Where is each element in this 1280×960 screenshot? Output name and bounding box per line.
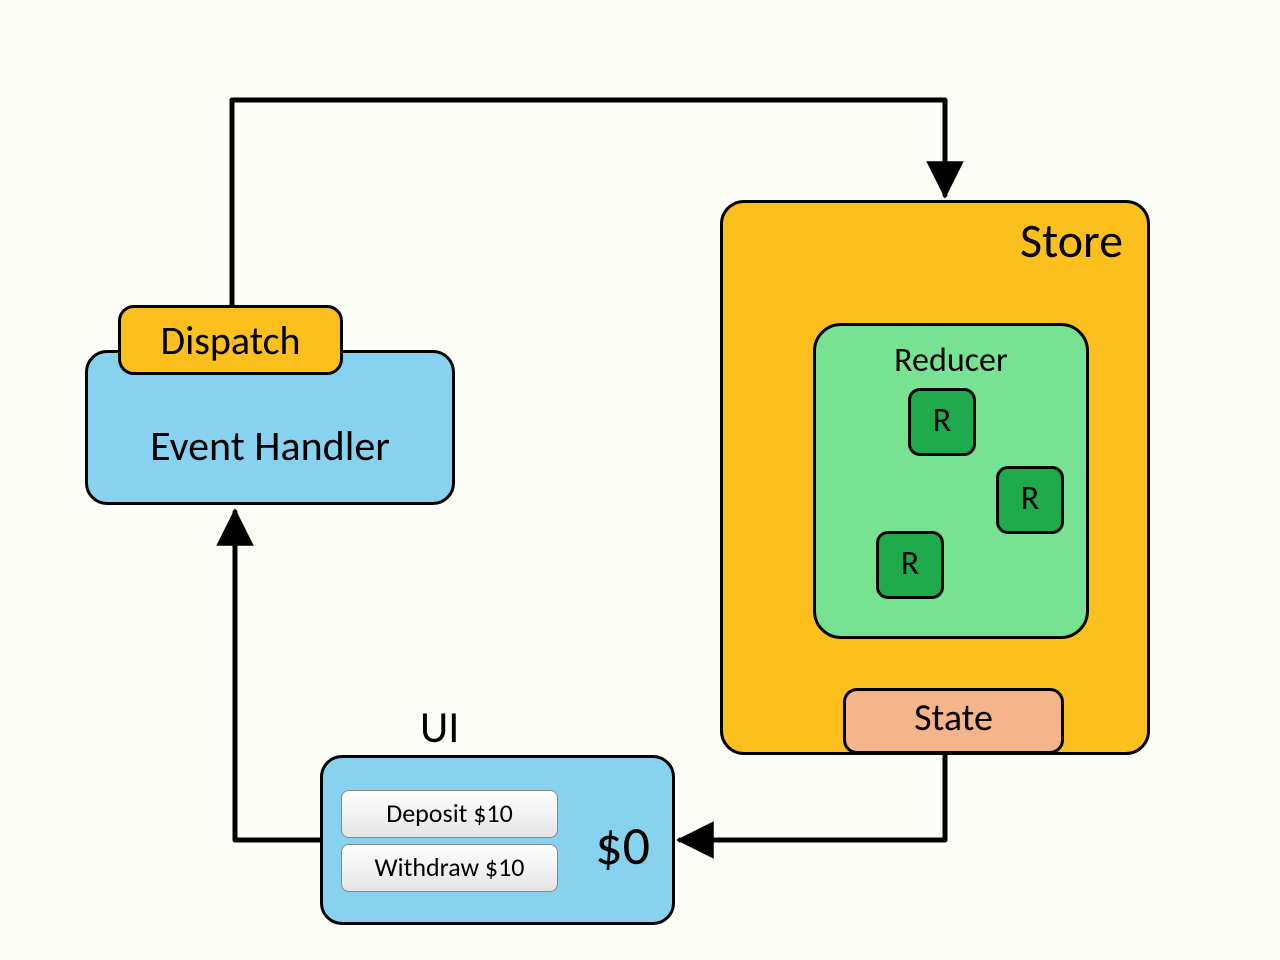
diagram-stage: Store Reducer R R R State Event Handler … <box>0 0 1280 960</box>
ui-title: UI <box>420 700 459 754</box>
reducer-chip-3: R <box>876 531 944 599</box>
store-title: Store <box>1020 211 1123 270</box>
withdraw-button[interactable]: Withdraw $10 <box>341 844 558 892</box>
edge-state-to-ui <box>680 748 945 840</box>
dispatch-box: Dispatch <box>118 305 343 375</box>
ui-balance: $0 <box>595 813 650 879</box>
reducer-box: Reducer R R R <box>813 323 1089 639</box>
reducer-chip-2: R <box>996 466 1064 534</box>
ui-box: Deposit $10 Withdraw $10 $0 <box>320 755 675 925</box>
deposit-button[interactable]: Deposit $10 <box>341 790 558 838</box>
edge-ui-to-eventhandler <box>235 512 320 840</box>
store-box: Store Reducer R R R State <box>720 200 1150 755</box>
event-handler-label: Event Handler <box>88 421 452 472</box>
reducer-chip-1: R <box>908 388 976 456</box>
reducer-title: Reducer <box>816 340 1086 381</box>
state-box: State <box>843 688 1064 754</box>
